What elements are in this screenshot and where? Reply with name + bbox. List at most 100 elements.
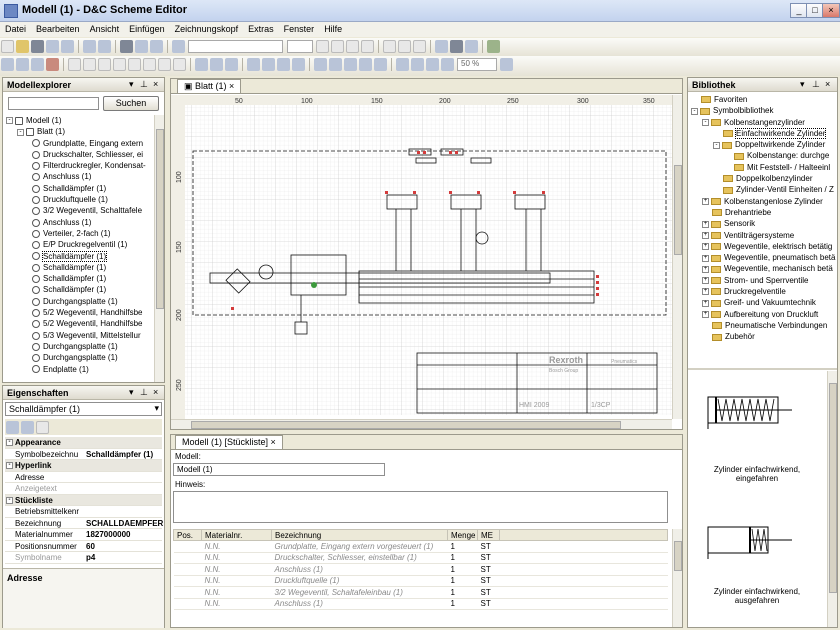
modell-field[interactable]: Modell (1): [173, 463, 385, 476]
property-value[interactable]: Schalldämpfer (1): [86, 449, 153, 460]
polygon-icon[interactable]: [113, 58, 126, 71]
tree-item[interactable]: Durchgangsplatte (1): [6, 352, 156, 363]
bom-scrollbar[interactable]: [672, 529, 682, 627]
line-width-icon[interactable]: [450, 40, 463, 53]
preview-scrollbar[interactable]: [827, 371, 837, 627]
pin-icon[interactable]: ⊥: [140, 387, 148, 398]
library-item[interactable]: Drehantriebe: [691, 207, 836, 218]
tree-item[interactable]: Schalldämpfer (1): [6, 250, 156, 262]
property-row[interactable]: Adresse: [5, 472, 162, 483]
panel-menu-icon[interactable]: ▾: [800, 79, 805, 90]
library-item[interactable]: + Kolbenstangenlose Zylinder: [691, 196, 836, 207]
library-item[interactable]: - Kolbenstangenzylinder: [691, 117, 836, 128]
property-category[interactable]: - Hyperlink: [5, 460, 162, 472]
library-item[interactable]: + Strom- und Sperrventile: [691, 275, 836, 286]
expand-icon[interactable]: +: [702, 254, 709, 262]
library-item[interactable]: + Wegeventile, mechanisch betä: [691, 263, 836, 274]
group-icon[interactable]: [210, 58, 223, 71]
library-item[interactable]: - Symbolbibliothek: [691, 105, 836, 116]
canvas-v-thumb[interactable]: [674, 165, 682, 255]
tree-item[interactable]: Anschluss (1): [6, 217, 156, 228]
library-item[interactable]: + Ventilträgersysteme: [691, 230, 836, 241]
export-icon[interactable]: [61, 40, 74, 53]
col-bezeichnung[interactable]: Bezeichnung: [271, 529, 448, 541]
categorized-icon[interactable]: [6, 421, 19, 434]
expand-icon[interactable]: +: [702, 265, 709, 273]
tree-item[interactable]: E/P Druckregelventil (1): [6, 239, 156, 250]
tree-item[interactable]: Anschluss (1): [6, 171, 156, 182]
tree-item[interactable]: Filterdruckregler, Kondensat-: [6, 160, 156, 171]
property-row[interactable]: Betriebsmittelkenr: [5, 506, 162, 518]
arc-icon[interactable]: [158, 58, 171, 71]
property-value[interactable]: SCHALLDAEMPFER: [86, 518, 163, 529]
connector-icon[interactable]: [195, 58, 208, 71]
tree-item[interactable]: Druckschalter, Schliesser, ei: [6, 149, 156, 160]
tree-item[interactable]: Schalldämpfer (1): [6, 262, 156, 273]
library-item[interactable]: Kolbenstange: durchge: [691, 150, 836, 161]
tree-item[interactable]: Druckluftquelle (1): [6, 194, 156, 205]
canvas-v-scrollbar[interactable]: [672, 95, 682, 419]
col-pos[interactable]: Pos.: [173, 529, 202, 541]
cut-icon[interactable]: [1, 58, 14, 71]
expand-icon[interactable]: +: [702, 220, 709, 228]
panel-menu-icon[interactable]: ▾: [129, 387, 134, 398]
panel-close-icon[interactable]: ×: [153, 387, 158, 397]
property-category[interactable]: - Stückliste: [5, 494, 162, 506]
menu-bearbeiten[interactable]: Bearbeiten: [31, 22, 85, 36]
expand-icon[interactable]: +: [702, 299, 709, 307]
explorer-scroll-thumb[interactable]: [156, 129, 164, 309]
ungroup-icon[interactable]: [225, 58, 238, 71]
collapse-icon[interactable]: -: [6, 439, 13, 446]
property-category[interactable]: - Appearance: [5, 437, 162, 449]
tree-item[interactable]: 5/3 Wegeventil, Mittelstellur: [6, 330, 156, 341]
property-value[interactable]: 1827000000: [86, 529, 131, 540]
bom-row[interactable]: N.N. Druckschalter, Schliesser, einstellb…: [173, 552, 668, 564]
library-item[interactable]: - Doppeltwirkende Zylinder: [691, 139, 836, 150]
panel-close-icon[interactable]: ×: [153, 79, 158, 89]
property-pages-icon[interactable]: [36, 421, 49, 434]
menu-zeichnungskopf[interactable]: Zeichnungskopf: [170, 22, 244, 36]
align-objects-icon[interactable]: [314, 58, 327, 71]
delete-icon[interactable]: [46, 58, 59, 71]
library-item[interactable]: Zubehör: [691, 331, 836, 342]
zoom-in-icon[interactable]: [426, 58, 439, 71]
menu-extras[interactable]: Extras: [243, 22, 279, 36]
flip-icon[interactable]: [262, 58, 275, 71]
property-value[interactable]: p4: [86, 552, 95, 563]
preview-scroll-thumb[interactable]: [829, 383, 837, 593]
redo-icon[interactable]: [98, 40, 111, 53]
collapse-icon[interactable]: -: [6, 117, 13, 125]
align-right-icon[interactable]: [413, 40, 426, 53]
tab-stueckliste[interactable]: Modell (1) [Stückliste] ×: [175, 435, 283, 449]
library-item[interactable]: + Wegeventile, pneumatisch betä: [691, 252, 836, 263]
menu-datei[interactable]: Datei: [0, 22, 31, 36]
property-row[interactable]: Bezeichnung SCHALLDAEMPFER: [5, 518, 163, 529]
tree-item[interactable]: 5/2 Wegeventil, Handhilfsbe: [6, 307, 156, 318]
bom-row[interactable]: N.N. Druckluftquelle (1) 1 ST: [173, 575, 668, 587]
same-height-icon[interactable]: [374, 58, 387, 71]
tree-item[interactable]: Schalldämpfer (1): [6, 284, 156, 295]
tree-item[interactable]: Verteiler, 2-fach (1): [6, 228, 156, 239]
expand-icon[interactable]: +: [702, 277, 709, 285]
tree-sheet[interactable]: - Blatt (1): [6, 126, 156, 137]
expand-icon[interactable]: +: [702, 231, 709, 239]
library-item[interactable]: Zylinder-Ventil Einheiten / Z: [691, 184, 836, 195]
col-menge[interactable]: Menge: [447, 529, 478, 541]
collapse-icon[interactable]: -: [713, 141, 720, 149]
library-item[interactable]: Einfachwirkende Zylinder: [691, 127, 836, 139]
cylinder-extended-symbol[interactable]: [706, 521, 796, 561]
paste-icon[interactable]: [31, 58, 44, 71]
alphabetical-icon[interactable]: [21, 421, 34, 434]
canvas-h-thumb[interactable]: [191, 421, 621, 429]
menu-ansicht[interactable]: Ansicht: [85, 22, 125, 36]
menu-fenster[interactable]: Fenster: [279, 22, 320, 36]
library-item[interactable]: + Greif- und Vakuumtechnik: [691, 297, 836, 308]
open-icon[interactable]: [16, 40, 29, 53]
panel-close-icon[interactable]: ×: [825, 79, 830, 89]
schematic-canvas[interactable]: 50 100 150 200 250 300 350 100 150 200 2…: [171, 95, 682, 429]
tab-blatt[interactable]: ▣ Blatt (1) ×: [177, 79, 242, 93]
col-material[interactable]: Materialnr.: [201, 529, 272, 541]
fit-page-icon[interactable]: [500, 58, 513, 71]
collapse-icon[interactable]: -: [6, 496, 13, 504]
save-icon[interactable]: [31, 40, 44, 53]
